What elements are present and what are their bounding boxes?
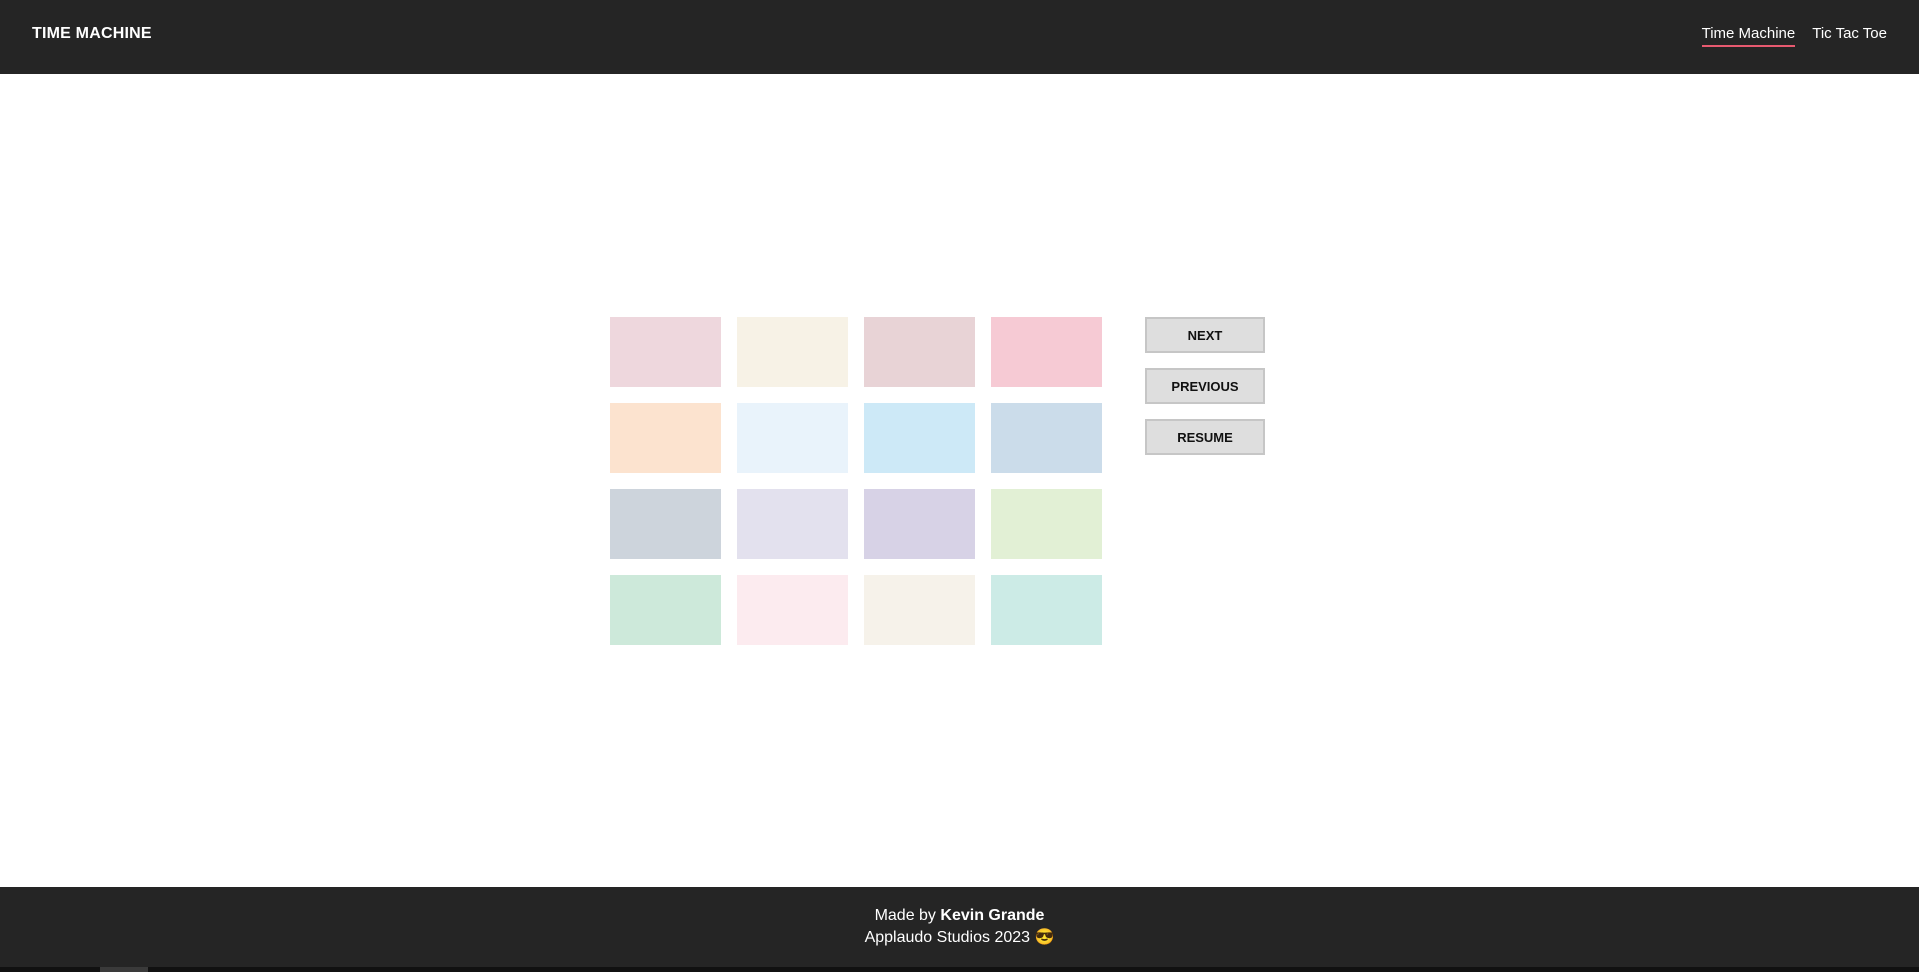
previous-button[interactable]: PREVIOUS [1145, 368, 1265, 404]
color-tile[interactable] [991, 403, 1102, 473]
color-tile[interactable] [610, 575, 721, 645]
resume-button[interactable]: RESUME [1145, 419, 1265, 455]
nav-link-time-machine[interactable]: Time Machine [1701, 25, 1796, 47]
time-machine-controls: NEXT PREVIOUS RESUME [1145, 317, 1265, 455]
next-button[interactable]: NEXT [1145, 317, 1265, 353]
color-tile[interactable] [864, 575, 975, 645]
color-tile[interactable] [991, 575, 1102, 645]
footer-studio: Applaudo Studios 2023 😎 [864, 929, 1055, 946]
color-tile[interactable] [864, 403, 975, 473]
color-tile[interactable] [737, 489, 848, 559]
color-tile[interactable] [991, 317, 1102, 387]
brand-title[interactable]: TIME MACHINE [32, 25, 152, 43]
scrollbar-thumb[interactable] [100, 967, 148, 972]
color-tile[interactable] [737, 575, 848, 645]
color-tile[interactable] [610, 489, 721, 559]
footer: Made by Kevin Grande Applaudo Studios 20… [0, 887, 1919, 967]
horizontal-scrollbar[interactable] [0, 967, 1919, 972]
color-tile[interactable] [737, 317, 848, 387]
author-name: Kevin Grande [940, 907, 1045, 924]
color-tile[interactable] [991, 489, 1102, 559]
nav-link-tic-tac-toe[interactable]: Tic Tac Toe [1812, 25, 1887, 47]
color-tile[interactable] [864, 317, 975, 387]
top-navbar: TIME MACHINE Time Machine Tic Tac Toe [0, 0, 1919, 74]
color-tile[interactable] [610, 317, 721, 387]
made-by-text: Made by [874, 907, 936, 924]
footer-credit: Made by Kevin Grande [0, 907, 1919, 925]
color-tile[interactable] [610, 403, 721, 473]
color-tile[interactable] [864, 489, 975, 559]
main-nav: Time Machine Tic Tac Toe [1701, 25, 1887, 47]
color-tile-grid [610, 317, 1102, 645]
color-tile[interactable] [737, 403, 848, 473]
